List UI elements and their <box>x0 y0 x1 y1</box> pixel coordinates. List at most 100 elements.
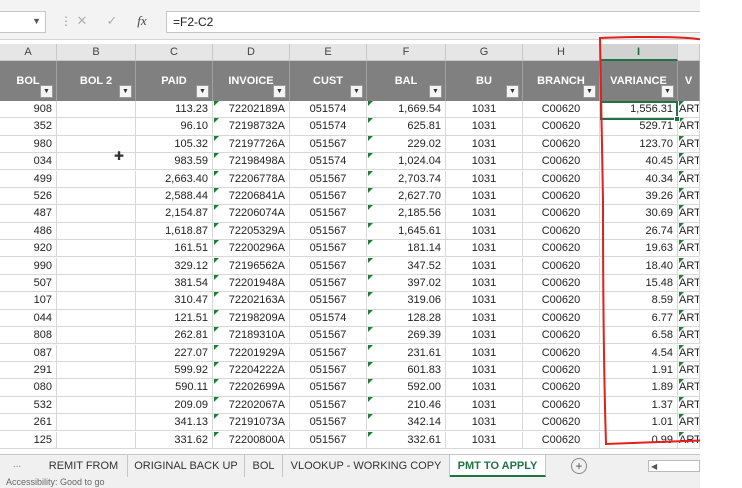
cell-variance[interactable]: 123.70 <box>600 135 678 153</box>
cell-bal[interactable]: 2,627.70 <box>367 188 446 205</box>
cell-bu[interactable]: 1031 <box>446 101 523 118</box>
cell-bol[interactable]: 808 <box>0 327 57 345</box>
filter-dropdown-icon[interactable]: ▼ <box>506 85 519 98</box>
cell-paid[interactable]: 381.54 <box>136 275 213 292</box>
cell-cust[interactable]: 051567 <box>290 257 367 275</box>
cell-bu[interactable]: 1031 <box>446 379 523 397</box>
cell-variance[interactable]: 1,556.31 <box>600 101 678 118</box>
cell-paid[interactable]: 209.09 <box>136 396 213 414</box>
cell-bol-2[interactable] <box>57 275 136 292</box>
cell-invoice[interactable]: 72201929A <box>213 344 290 362</box>
cell-bal[interactable]: 347.52 <box>367 257 446 275</box>
cell-branch[interactable]: C00620 <box>523 101 600 118</box>
cell-variance[interactable]: 18.40 <box>600 257 678 275</box>
cell-bu[interactable]: 1031 <box>446 292 523 310</box>
column-letter-I[interactable]: I <box>600 44 678 61</box>
cell-bal[interactable]: 269.39 <box>367 327 446 345</box>
column-letter-B[interactable]: B <box>57 44 136 61</box>
cell-paid[interactable]: 331.62 <box>136 431 213 449</box>
cell-bal[interactable]: 210.46 <box>367 396 446 414</box>
cell-paid[interactable]: 262.81 <box>136 327 213 345</box>
cell-variance[interactable]: 4.54 <box>600 344 678 362</box>
cell-cust[interactable]: 051567 <box>290 240 367 258</box>
cell-invoice[interactable]: 72201948A <box>213 275 290 292</box>
cell-bol[interactable]: 044 <box>0 309 57 327</box>
cell-bu[interactable]: 1031 <box>446 205 523 223</box>
cell-invoice[interactable]: 72204222A <box>213 362 290 379</box>
cell-cust[interactable]: 051567 <box>290 275 367 292</box>
cell-branch[interactable]: C00620 <box>523 135 600 153</box>
cell-variance[interactable]: 529.71 <box>600 118 678 136</box>
cell-bol[interactable]: 080 <box>0 379 57 397</box>
cell-branch[interactable]: C00620 <box>523 275 600 292</box>
cell-bol-2[interactable] <box>57 414 136 432</box>
cell-branch[interactable]: C00620 <box>523 362 600 379</box>
cell-paid[interactable]: 121.51 <box>136 309 213 327</box>
cell-bol-2[interactable] <box>57 101 136 118</box>
cell-bol[interactable]: 920 <box>0 240 57 258</box>
cell-bol-2[interactable] <box>57 135 136 153</box>
cell-cust[interactable]: 051567 <box>290 414 367 432</box>
formula-input[interactable]: =F2-C2 <box>166 11 700 33</box>
cell-invoice[interactable]: 72206778A <box>213 170 290 188</box>
cell-variance[interactable]: 26.74 <box>600 222 678 240</box>
filter-dropdown-icon[interactable]: ▼ <box>40 85 53 98</box>
cell-bu[interactable]: 1031 <box>446 362 523 379</box>
filter-dropdown-icon[interactable]: ▼ <box>273 85 286 98</box>
cell-cust[interactable]: 051567 <box>290 135 367 153</box>
cell-cust[interactable]: 051567 <box>290 327 367 345</box>
cell-branch[interactable]: C00620 <box>523 153 600 171</box>
filter-dropdown-icon[interactable]: ▼ <box>196 85 209 98</box>
cell-branch[interactable]: C00620 <box>523 188 600 205</box>
cell-bol[interactable]: 291 <box>0 362 57 379</box>
cell-paid[interactable]: 96.10 <box>136 118 213 136</box>
tab-bol[interactable]: BOL <box>245 455 283 477</box>
cell-paid[interactable]: 341.13 <box>136 414 213 432</box>
filter-dropdown-icon[interactable]: ▼ <box>661 85 674 98</box>
cell-variance[interactable]: 19.63 <box>600 240 678 258</box>
cell-variance[interactable]: 1.91 <box>600 362 678 379</box>
cell-cust[interactable]: 051574 <box>290 101 367 118</box>
cell-bu[interactable]: 1031 <box>446 344 523 362</box>
cell-bol[interactable]: 125 <box>0 431 57 449</box>
cell-bol[interactable]: 980 <box>0 135 57 153</box>
cell-branch[interactable]: C00620 <box>523 309 600 327</box>
cell-bol-2[interactable] <box>57 362 136 379</box>
cell-branch[interactable]: C00620 <box>523 205 600 223</box>
cell-invoice[interactable]: 72202163A <box>213 292 290 310</box>
cell-bol-2[interactable] <box>57 344 136 362</box>
cell-invoice[interactable]: 72202189A <box>213 101 290 118</box>
cell-bol-2[interactable] <box>57 379 136 397</box>
cell-bol-2[interactable] <box>57 118 136 136</box>
cell-branch[interactable]: C00620 <box>523 257 600 275</box>
cell-bal[interactable]: 128.28 <box>367 309 446 327</box>
cell-invoice[interactable]: 72206841A <box>213 188 290 205</box>
cell-bol[interactable]: 261 <box>0 414 57 432</box>
cell-paid[interactable]: 161.51 <box>136 240 213 258</box>
cell-bal[interactable]: 1,669.54 <box>367 101 446 118</box>
cell-branch[interactable]: C00620 <box>523 222 600 240</box>
cell-paid[interactable]: 310.47 <box>136 292 213 310</box>
cell-bal[interactable]: 229.02 <box>367 135 446 153</box>
cell-bu[interactable]: 1031 <box>446 170 523 188</box>
cell-invoice[interactable]: 72202067A <box>213 396 290 414</box>
cell-paid[interactable]: 1,618.87 <box>136 222 213 240</box>
cell-invoice[interactable]: 72189310A <box>213 327 290 345</box>
cell-bol[interactable]: 908 <box>0 101 57 118</box>
cell-bol-2[interactable] <box>57 327 136 345</box>
cell-bu[interactable]: 1031 <box>446 275 523 292</box>
column-letter-H[interactable]: H <box>523 44 600 61</box>
cell-paid[interactable]: 983.59 <box>136 153 213 171</box>
cell-variance[interactable]: 39.26 <box>600 188 678 205</box>
tab-vlookup-working-copy[interactable]: VLOOKUP - WORKING COPY <box>283 455 450 477</box>
cell-paid[interactable]: 599.92 <box>136 362 213 379</box>
cell-invoice[interactable]: 72205329A <box>213 222 290 240</box>
cell-bu[interactable]: 1031 <box>446 118 523 136</box>
cell-bal[interactable]: 1,024.04 <box>367 153 446 171</box>
column-letter-next[interactable] <box>678 44 700 61</box>
cell-cust[interactable]: 051567 <box>290 170 367 188</box>
cell-branch[interactable]: C00620 <box>523 379 600 397</box>
cell-branch[interactable]: C00620 <box>523 240 600 258</box>
cell-bol[interactable]: 990 <box>0 257 57 275</box>
cell-variance[interactable]: 0.99 <box>600 431 678 449</box>
